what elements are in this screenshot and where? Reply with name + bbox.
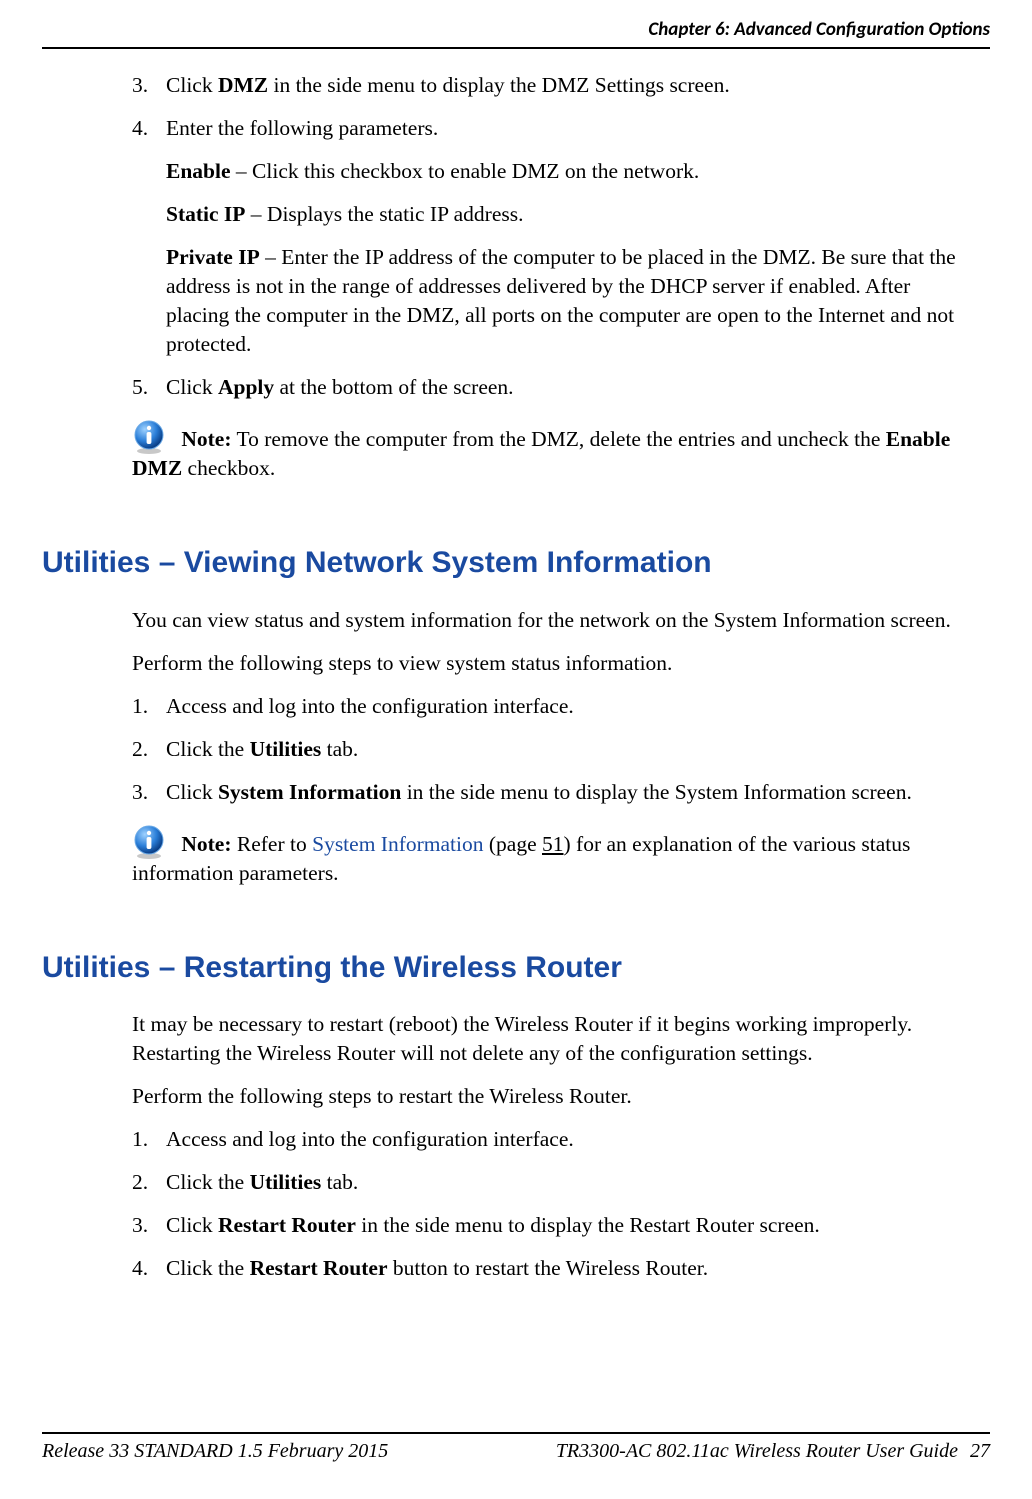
note-label: Note: xyxy=(181,427,231,451)
step-3: 3. Click System Information in the side … xyxy=(132,778,970,807)
step-text: Click DMZ in the side menu to display th… xyxy=(166,73,730,97)
step-1: 1. Access and log into the configuration… xyxy=(132,1125,970,1154)
step-number: 3. xyxy=(132,71,148,100)
note-label: Note: xyxy=(181,832,231,856)
step-text: Access and log into the configuration in… xyxy=(166,1127,574,1151)
sysinfo-steps: 1. Access and log into the configuration… xyxy=(132,692,970,807)
heading-utilities-restart: Utilities – Restarting the Wireless Rout… xyxy=(42,948,970,989)
link-page-51[interactable]: 51 xyxy=(542,832,564,856)
para: It may be necessary to restart (reboot) … xyxy=(132,1010,970,1068)
param-enable: Enable – Click this checkbox to enable D… xyxy=(166,157,970,186)
step-1: 1. Access and log into the configuration… xyxy=(132,692,970,721)
para: Perform the following steps to restart t… xyxy=(132,1082,970,1111)
info-icon xyxy=(132,825,166,859)
step-number: 2. xyxy=(132,1168,148,1197)
step-text: Access and log into the configuration in… xyxy=(166,694,574,718)
step-number: 4. xyxy=(132,1254,148,1283)
footer-rule xyxy=(42,1432,990,1434)
note-sysinfo: Note: Refer to System Information (page … xyxy=(132,825,970,888)
step-number: 1. xyxy=(132,1125,148,1154)
footer-right: TR3300-AC 802.11ac Wireless Router User … xyxy=(556,1440,990,1463)
param-private-ip: Private IP – Enter the IP address of the… xyxy=(166,243,970,359)
step-2: 2. Click the Utilities tab. xyxy=(132,735,970,764)
param-static-ip: Static IP – Displays the static IP addre… xyxy=(166,200,970,229)
step-text: Click Apply at the bottom of the screen. xyxy=(166,375,514,399)
step-text: Click System Information in the side men… xyxy=(166,780,912,804)
dmz-steps: 3. Click DMZ in the side menu to display… xyxy=(132,71,970,402)
step-text: Click the Utilities tab. xyxy=(166,1170,358,1194)
step-number: 4. xyxy=(132,114,148,143)
footer-left: Release 33 STANDARD 1.5 February 2015 xyxy=(42,1440,388,1463)
step-number: 5. xyxy=(132,373,148,402)
step-5: 5. Click Apply at the bottom of the scre… xyxy=(132,373,970,402)
step-text: Click Restart Router in the side menu to… xyxy=(166,1213,820,1237)
page-number: 27 xyxy=(970,1440,990,1462)
step-3: 3. Click Restart Router in the side menu… xyxy=(132,1211,970,1240)
step-number: 2. xyxy=(132,735,148,764)
restart-steps: 1. Access and log into the configuration… xyxy=(132,1125,970,1283)
step-4: 4. Enter the following parameters. Enabl… xyxy=(132,114,970,359)
step-3: 3. Click DMZ in the side menu to display… xyxy=(132,71,970,100)
step-number: 3. xyxy=(132,778,148,807)
chapter-header: Chapter 6: Advanced Configuration Option… xyxy=(42,18,990,41)
step-text: Click the Restart Router button to resta… xyxy=(166,1256,708,1280)
step-text: Click the Utilities tab. xyxy=(166,737,358,761)
page-footer: Release 33 STANDARD 1.5 February 2015 TR… xyxy=(42,1432,990,1463)
para: Perform the following steps to view syst… xyxy=(132,649,970,678)
para: You can view status and system informati… xyxy=(132,606,970,635)
step-4: 4. Click the Restart Router button to re… xyxy=(132,1254,970,1283)
step-2: 2. Click the Utilities tab. xyxy=(132,1168,970,1197)
heading-utilities-system-info: Utilities – Viewing Network System Infor… xyxy=(42,543,970,584)
link-system-information[interactable]: System Information xyxy=(312,832,483,856)
step-number: 3. xyxy=(132,1211,148,1240)
info-icon xyxy=(132,420,166,454)
note-dmz: Note: To remove the computer from the DM… xyxy=(132,420,970,483)
step-number: 1. xyxy=(132,692,148,721)
step-text: Enter the following parameters. xyxy=(166,116,438,140)
